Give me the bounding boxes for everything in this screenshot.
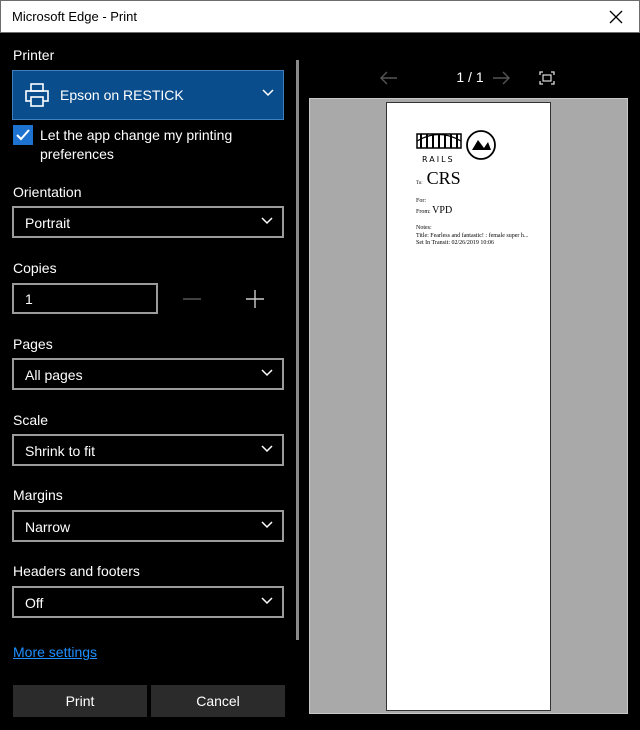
arrow-right-icon bbox=[493, 71, 510, 85]
margins-label: Margins bbox=[13, 487, 63, 503]
chevron-down-icon bbox=[262, 89, 274, 97]
checkmark-icon bbox=[16, 129, 30, 141]
preview-background: RAILS To: CRS For: From: VPD Notes: Titl… bbox=[309, 98, 628, 714]
close-button[interactable] bbox=[593, 1, 639, 32]
from-label: From: bbox=[416, 209, 431, 215]
from-line: From: VPD bbox=[416, 205, 453, 216]
print-button[interactable]: Print bbox=[13, 685, 147, 717]
orientation-label: Orientation bbox=[13, 184, 82, 200]
print-preview-area: 1 / 1 RAILS To: CRS For: From: VPD Notes… bbox=[300, 33, 640, 730]
fit-screen-icon bbox=[539, 71, 555, 85]
prev-page-button[interactable] bbox=[378, 67, 400, 89]
app-prefs-checkbox[interactable] bbox=[13, 125, 33, 145]
printer-value: Epson on RESTICK bbox=[60, 87, 184, 103]
for-label: For: bbox=[416, 198, 427, 204]
pages-dropdown[interactable]: All pages bbox=[12, 358, 284, 390]
to-label: To: bbox=[416, 181, 423, 186]
printer-icon bbox=[25, 83, 49, 107]
next-page-button[interactable] bbox=[490, 67, 512, 89]
minus-icon bbox=[183, 297, 201, 300]
margins-dropdown[interactable]: Narrow bbox=[12, 510, 284, 542]
headers-footers-dropdown[interactable]: Off bbox=[12, 586, 284, 618]
copies-value: 1 bbox=[25, 291, 33, 307]
rails-logo-icon: RAILS bbox=[416, 130, 496, 164]
more-settings-link[interactable]: More settings bbox=[13, 644, 97, 660]
orientation-dropdown[interactable]: Portrait bbox=[12, 206, 284, 238]
margins-value: Narrow bbox=[25, 519, 71, 535]
chevron-down-icon bbox=[261, 521, 273, 529]
to-row: To: CRS bbox=[416, 168, 461, 189]
chevron-down-icon bbox=[261, 217, 273, 225]
headers-footers-label: Headers and footers bbox=[13, 563, 140, 579]
copies-label: Copies bbox=[13, 260, 57, 276]
cancel-button[interactable]: Cancel bbox=[151, 685, 285, 717]
transit-line: Set In Transit: 02/26/2019 10:06 bbox=[416, 240, 495, 246]
window-titlebar: Microsoft Edge - Print bbox=[0, 0, 640, 33]
window-title: Microsoft Edge - Print bbox=[12, 9, 137, 24]
scale-dropdown[interactable]: Shrink to fit bbox=[12, 434, 284, 466]
plus-icon bbox=[246, 289, 264, 308]
pages-value: All pages bbox=[25, 367, 83, 383]
chevron-down-icon bbox=[261, 597, 273, 605]
copies-input[interactable]: 1 bbox=[12, 283, 158, 314]
notes-block: Notes: Title: Fearless and fantastic! : … bbox=[416, 225, 531, 248]
orientation-value: Portrait bbox=[25, 215, 71, 231]
logo-text: RAILS bbox=[422, 155, 455, 164]
for-line: For: bbox=[416, 198, 426, 205]
printer-dropdown[interactable]: Epson on RESTICK bbox=[12, 70, 284, 120]
chevron-down-icon bbox=[261, 445, 273, 453]
copies-decrement-button[interactable] bbox=[174, 283, 210, 314]
headers-footers-value: Off bbox=[25, 595, 44, 611]
pages-label: Pages bbox=[13, 336, 53, 352]
print-settings-panel: Printer Epson on RESTICK Let the app cha… bbox=[0, 33, 298, 730]
notes-label: Notes: bbox=[416, 225, 432, 231]
title-line: Title: Fearless and fantastic! : female … bbox=[416, 232, 529, 239]
fit-to-screen-button[interactable] bbox=[536, 67, 558, 89]
chevron-down-icon bbox=[261, 369, 273, 377]
scale-label: Scale bbox=[13, 412, 49, 428]
scale-value: Shrink to fit bbox=[25, 443, 96, 459]
to-value: CRS bbox=[426, 168, 461, 188]
preview-page: RAILS To: CRS For: From: VPD Notes: Titl… bbox=[386, 102, 551, 711]
printer-label: Printer bbox=[13, 47, 55, 63]
app-prefs-label: Let the app change my printing preferenc… bbox=[40, 127, 233, 162]
settings-scrollbar[interactable] bbox=[296, 60, 299, 640]
close-icon bbox=[609, 10, 623, 23]
arrow-left-icon bbox=[380, 71, 397, 85]
copies-increment-button[interactable] bbox=[237, 283, 273, 314]
from-value: VPD bbox=[432, 205, 453, 216]
